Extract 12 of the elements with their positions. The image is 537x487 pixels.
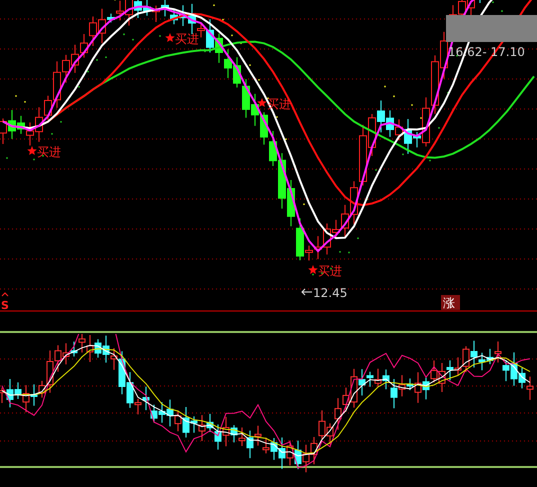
star-icon xyxy=(165,33,175,42)
rise-badge: 涨 xyxy=(441,295,460,310)
buy-signal-label: 买进 xyxy=(318,264,342,278)
caret-icon xyxy=(2,292,8,296)
star-icon xyxy=(27,146,37,155)
star-icon xyxy=(308,265,318,274)
s-marker: S xyxy=(1,299,9,312)
arrow-icon xyxy=(301,288,312,296)
buy-signal-label: 买进 xyxy=(37,145,61,159)
low-price-label: 12.45 xyxy=(313,286,348,300)
buy-signal-label: 买进 xyxy=(175,32,199,46)
star-icon xyxy=(257,98,267,107)
